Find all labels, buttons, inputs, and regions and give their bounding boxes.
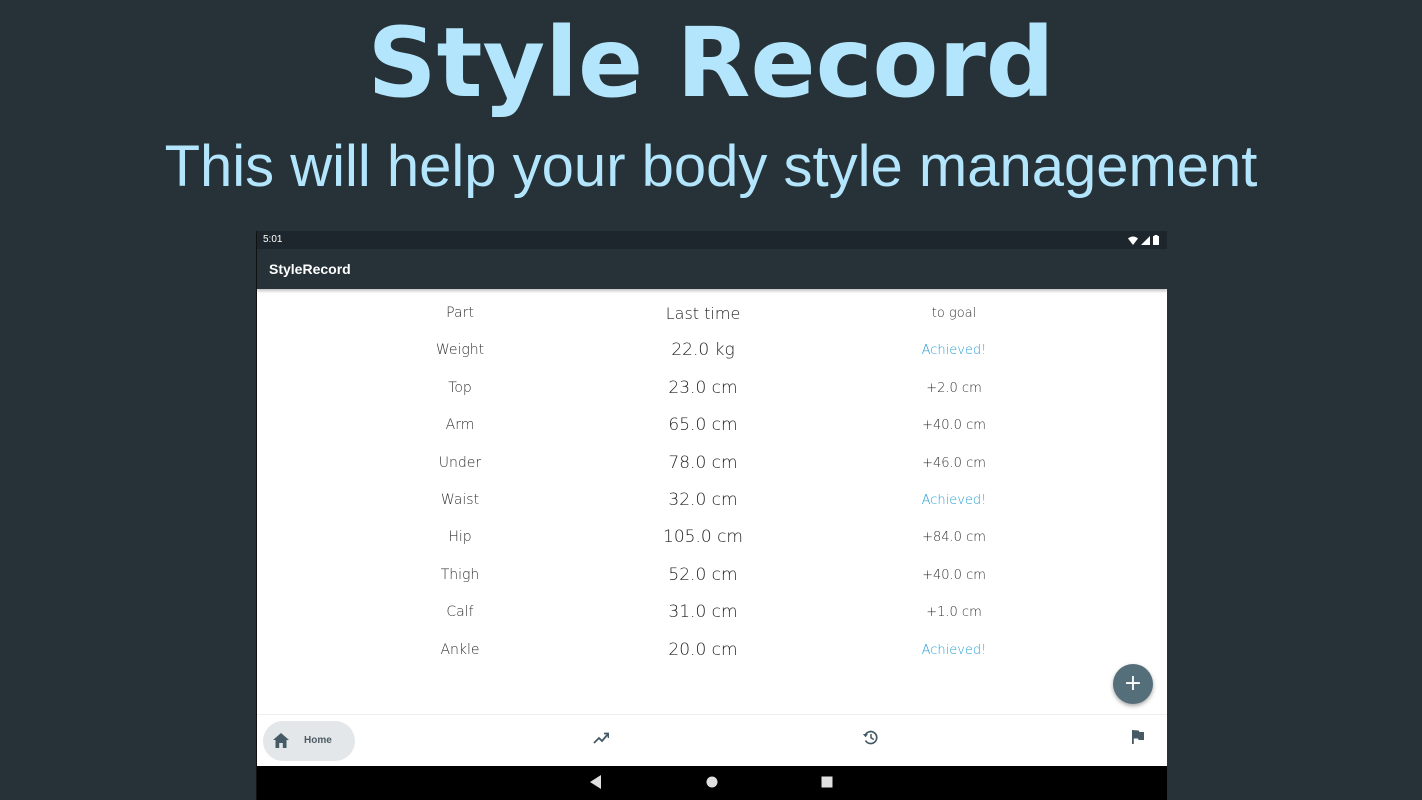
records-table: Part Last time to goal Weight 22.0 kg Achi… xyxy=(257,295,1167,669)
history-icon xyxy=(862,730,878,745)
table-row: Top 23.0 cm +2.0 cm xyxy=(257,370,1167,407)
row-last-time: 22.0 kg xyxy=(671,340,735,361)
row-to-goal: +1.0 cm xyxy=(926,605,982,621)
row-to-goal: +46.0 cm xyxy=(922,455,986,471)
row-last-time: 20.0 cm xyxy=(668,639,738,660)
home-circle-icon[interactable] xyxy=(705,775,719,789)
signal-icon xyxy=(1141,235,1150,245)
row-achieved-status: Achieved! xyxy=(921,642,987,658)
battery-icon xyxy=(1153,235,1159,245)
row-last-time: 78.0 cm xyxy=(668,452,738,473)
row-part: Ankle xyxy=(440,641,480,658)
nav-item-graph[interactable] xyxy=(593,731,610,749)
row-part: Thigh xyxy=(440,566,480,583)
row-to-goal: +84.0 cm xyxy=(922,530,986,546)
row-to-goal: +2.0 cm xyxy=(926,380,982,396)
table-row: Ankle 20.0 cm Achieved! xyxy=(257,632,1167,669)
row-part: Weight xyxy=(435,342,485,359)
row-last-time: 31.0 cm xyxy=(668,602,738,623)
wifi-icon xyxy=(1128,236,1138,245)
row-last-time: 32.0 cm xyxy=(668,489,738,510)
app-bar: StyleRecord xyxy=(257,249,1167,289)
row-to-goal: +40.0 cm xyxy=(922,567,986,583)
row-part: Under xyxy=(438,454,482,471)
nav-item-home[interactable]: Home xyxy=(263,721,355,761)
row-to-goal: +40.0 cm xyxy=(922,418,986,434)
nav-item-home-label: Home xyxy=(304,735,332,746)
device-screen: 5:01 StyleRecord Part Last time to goal … xyxy=(256,231,1167,800)
row-achieved-status: Achieved! xyxy=(921,492,987,508)
table-row: Arm 65.0 cm +40.0 cm xyxy=(257,407,1167,444)
nav-item-goal[interactable] xyxy=(1131,730,1145,749)
row-part: Arm xyxy=(445,417,475,434)
header-to-goal: to goal xyxy=(931,306,977,321)
promo-title: Style Record xyxy=(367,7,1055,119)
row-achieved-status: Achieved! xyxy=(921,343,987,359)
home-icon xyxy=(273,733,289,748)
status-bar: 5:01 xyxy=(257,231,1167,249)
row-last-time: 105.0 cm xyxy=(663,527,743,548)
back-icon[interactable] xyxy=(590,775,602,789)
header-part: Part xyxy=(446,305,474,321)
table-row: Under 78.0 cm +46.0 cm xyxy=(257,445,1167,482)
table-row: Waist 32.0 cm Achieved! xyxy=(257,482,1167,519)
recents-icon[interactable] xyxy=(820,775,834,789)
nav-item-history[interactable] xyxy=(862,730,878,750)
app-title: StyleRecord xyxy=(269,261,351,277)
row-part: Calf xyxy=(446,604,474,621)
table-header-row: Part Last time to goal xyxy=(257,295,1167,332)
add-record-button[interactable]: + xyxy=(1113,664,1153,704)
table-row: Hip 105.0 cm +84.0 cm xyxy=(257,519,1167,556)
header-last-time: Last time xyxy=(665,304,741,323)
system-navigation-bar xyxy=(257,766,1167,800)
status-time: 5:01 xyxy=(263,234,283,245)
table-row: Thigh 52.0 cm +40.0 cm xyxy=(257,557,1167,594)
flag-icon xyxy=(1132,730,1144,744)
row-part: Waist xyxy=(440,491,480,508)
add-icon: + xyxy=(1123,671,1143,696)
row-last-time: 52.0 cm xyxy=(668,564,738,585)
row-last-time: 23.0 cm xyxy=(668,377,738,398)
trending-up-icon xyxy=(593,732,610,744)
status-icons xyxy=(1128,235,1159,245)
bottom-navigation: Home xyxy=(257,714,1167,767)
promo-subtitle: This will help your body style managemen… xyxy=(164,134,1258,199)
row-part: Top xyxy=(448,379,472,396)
table-row: Calf 31.0 cm +1.0 cm xyxy=(257,594,1167,631)
row-last-time: 65.0 cm xyxy=(668,415,738,436)
table-body: Weight 22.0 kg Achieved! Top 23.0 cm +2.0 cm A… xyxy=(257,332,1167,669)
table-row: Weight 22.0 kg Achieved! xyxy=(257,332,1167,369)
row-part: Hip xyxy=(448,529,472,546)
